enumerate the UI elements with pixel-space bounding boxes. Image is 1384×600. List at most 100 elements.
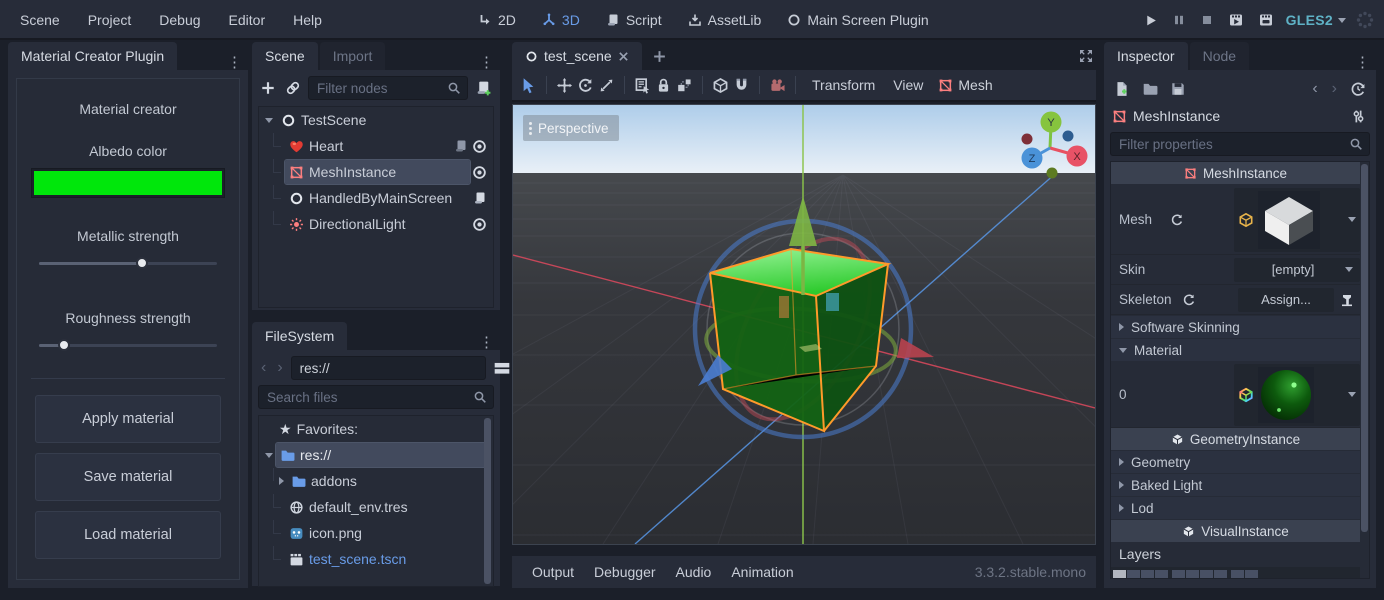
fs-item-addons[interactable]: addons (259, 468, 493, 494)
instance-scene-button[interactable] (283, 78, 303, 98)
albedo-color-picker[interactable] (31, 168, 225, 198)
search-files-input[interactable] (258, 385, 494, 409)
pause-button[interactable] (1170, 11, 1188, 29)
close-icon[interactable] (618, 51, 629, 62)
distraction-free-icon[interactable] (1076, 46, 1096, 66)
load-material-button[interactable]: Load material (35, 511, 221, 559)
group-material[interactable]: Material (1111, 339, 1360, 361)
list-select-icon[interactable] (632, 75, 653, 96)
mesh-menu[interactable]: Mesh (932, 77, 998, 93)
layer-cell[interactable] (1155, 570, 1168, 580)
new-scene-tab-button[interactable] (650, 47, 669, 66)
audio-button[interactable]: Audio (666, 564, 722, 580)
roughness-slider-grabber[interactable] (58, 339, 70, 351)
skeleton-assign-button[interactable]: Assign... (1238, 288, 1334, 312)
scrollbar[interactable] (1361, 164, 1368, 532)
animation-button[interactable]: Animation (721, 564, 803, 580)
favorites-item[interactable]: ★ Favorites: (259, 416, 493, 442)
object-tools-icon[interactable] (1349, 107, 1368, 126)
visibility-eye-icon[interactable] (470, 215, 489, 234)
metallic-slider[interactable] (39, 256, 217, 270)
tab-node[interactable]: Node (1190, 42, 1249, 70)
dock-menu-icon[interactable]: ⋮ (473, 55, 500, 70)
layer-cell[interactable] (1200, 570, 1213, 580)
snap-icon[interactable] (731, 75, 752, 96)
fs-item-res[interactable]: res:// (259, 442, 493, 468)
menu-project[interactable]: Project (74, 0, 146, 40)
new-resource-icon[interactable] (1112, 79, 1132, 99)
scene-tree-item-handledbymainscreen[interactable]: HandledByMainScreen (259, 185, 493, 211)
select-tool-icon[interactable] (518, 75, 539, 96)
visibility-eye-icon[interactable] (470, 163, 489, 182)
collapse-icon[interactable] (265, 118, 273, 123)
dock-menu-icon[interactable]: ⋮ (1349, 55, 1376, 70)
roughness-slider[interactable] (39, 338, 217, 352)
play-button[interactable] (1141, 11, 1160, 30)
move-tool-icon[interactable] (554, 75, 575, 96)
history-icon[interactable] (1348, 79, 1368, 99)
play-scene-button[interactable] (1226, 10, 1246, 30)
stop-button[interactable] (1198, 11, 1216, 29)
workspace-script[interactable]: Script (598, 12, 670, 28)
transform-menu[interactable]: Transform (803, 77, 884, 93)
layer-cell[interactable] (1214, 570, 1227, 580)
debugger-button[interactable]: Debugger (584, 564, 666, 580)
play-custom-scene-button[interactable] (1256, 10, 1276, 30)
workspace-2d[interactable]: 2D (470, 12, 524, 28)
local-space-icon[interactable] (710, 75, 731, 96)
attach-script-button[interactable] (473, 78, 494, 99)
history-forward-icon[interactable]: › (274, 359, 285, 377)
rotate-tool-icon[interactable] (575, 75, 596, 96)
script-icon[interactable] (471, 189, 489, 207)
toggle-split-mode-icon[interactable] (491, 358, 513, 378)
workspace-assetlib[interactable]: AssetLib (680, 12, 770, 28)
revert-icon[interactable] (1168, 211, 1186, 229)
layer-cell[interactable] (1186, 570, 1199, 580)
history-forward-icon[interactable]: › (1329, 80, 1340, 98)
script-icon[interactable] (452, 137, 470, 155)
filter-nodes-input[interactable] (308, 76, 468, 100)
mesh-value[interactable] (1234, 188, 1360, 252)
scale-tool-icon[interactable] (596, 75, 617, 96)
chevron-down-icon[interactable] (1348, 217, 1356, 222)
tab-inspector[interactable]: Inspector (1104, 42, 1188, 70)
perspective-menu[interactable]: Perspective (523, 115, 619, 141)
tab-import[interactable]: Import (320, 42, 386, 70)
workspace-main-screen-plugin[interactable]: Main Screen Plugin (779, 12, 936, 28)
menu-help[interactable]: Help (279, 0, 336, 40)
layer-cell[interactable] (1127, 570, 1140, 580)
scrollbar[interactable] (484, 418, 491, 584)
viewport-3d[interactable]: Y X Z Perspective (512, 104, 1096, 545)
visibility-eye-icon[interactable] (470, 137, 489, 156)
load-resource-icon[interactable] (1140, 79, 1160, 99)
save-resource-icon[interactable] (1168, 79, 1188, 99)
material-0-value[interactable] (1234, 364, 1360, 426)
dock-menu-icon[interactable]: ⋮ (221, 55, 248, 70)
scene-tree-item-testscene[interactable]: TestScene (259, 107, 493, 133)
fs-item-test-scene[interactable]: test_scene.tscn (259, 546, 493, 572)
output-button[interactable]: Output (522, 564, 584, 580)
renderer-select[interactable]: GLES2 (1286, 12, 1346, 28)
history-back-icon[interactable]: ‹ (1309, 80, 1320, 98)
scene-tree-item-directionallight[interactable]: DirectionalLight (259, 211, 493, 237)
group-icon[interactable] (674, 75, 695, 96)
layer-cell[interactable] (1245, 570, 1258, 580)
collapse-icon[interactable] (265, 453, 273, 458)
skin-value[interactable]: [empty] (1234, 258, 1360, 282)
revert-icon[interactable] (1180, 291, 1198, 309)
current-path-field[interactable] (291, 356, 486, 380)
layer-cell[interactable] (1172, 570, 1185, 580)
filter-properties-input[interactable] (1110, 132, 1370, 156)
history-back-icon[interactable]: ‹ (258, 359, 269, 377)
chevron-down-icon[interactable] (1348, 392, 1356, 397)
group-baked-light[interactable]: Baked Light (1111, 474, 1360, 496)
scene-tree-item-heart[interactable]: Heart (259, 133, 493, 159)
tab-material-creator-plugin[interactable]: Material Creator Plugin (8, 42, 177, 70)
save-material-button[interactable]: Save material (35, 453, 221, 501)
menu-scene[interactable]: Scene (6, 0, 74, 40)
layer-cell[interactable] (1231, 570, 1244, 580)
tab-scene[interactable]: Scene (252, 42, 318, 70)
menu-editor[interactable]: Editor (215, 0, 280, 40)
expand-icon[interactable] (279, 477, 284, 485)
view-menu[interactable]: View (884, 77, 932, 93)
